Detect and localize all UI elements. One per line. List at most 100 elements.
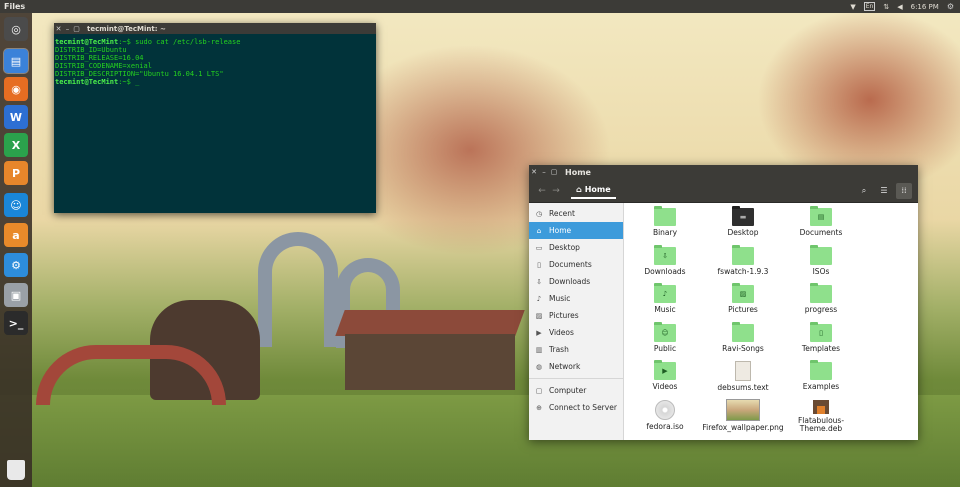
firefox-icon[interactable]: ◉ <box>4 77 28 101</box>
volume-icon[interactable]: ◀ <box>897 3 902 11</box>
sidebar-item-recent[interactable]: ◷ Recent <box>529 205 623 222</box>
sidebar-separator <box>529 378 623 379</box>
file-item[interactable]: Flatabulous-Theme.deb <box>783 396 859 433</box>
terminal-line: DISTRIB_DESCRIPTION="Ubuntu 16.04.1 LTS" <box>55 70 375 78</box>
list-view-icon[interactable]: ☰ <box>876 183 892 199</box>
ubuntu-dash-icon[interactable]: ◎ <box>4 17 28 41</box>
file-item-label: Desktop <box>727 228 759 237</box>
files-toolbar: ← → ⌂ Home ⌕ ☰ ⁞⁞ <box>529 179 918 203</box>
network-icon: ◍ <box>535 362 543 371</box>
sidebar-item-label: Recent <box>549 209 575 218</box>
desktop-icon: ▭ <box>535 243 543 252</box>
gear-icon[interactable]: ⚙ <box>947 2 954 11</box>
files-window[interactable]: ✕ – ▢ Home ← → ⌂ Home ⌕ ☰ ⁞⁞ ◷ Recent ⌂ Hom… <box>529 165 918 440</box>
clock[interactable]: 6:16 PM <box>911 3 939 11</box>
sidebar-item-home[interactable]: ⌂ Home <box>529 222 623 239</box>
file-item-label: Pictures <box>728 305 758 314</box>
file-item[interactable]: ▨ Pictures <box>705 280 781 317</box>
terminal-icon[interactable]: >_ <box>4 311 28 335</box>
back-arrow-icon[interactable]: ← <box>535 186 549 196</box>
sidebar-item-network[interactable]: ◍ Network <box>529 358 623 375</box>
top-panel: Files ▼ En ⇅ ◀ 6:16 PM ⚙ <box>0 0 960 13</box>
sidebar-item-computer[interactable]: ▢ Computer <box>529 382 623 399</box>
search-icon[interactable]: ⌕ <box>856 183 872 199</box>
computer-icon: ▢ <box>535 386 543 395</box>
minimize-icon[interactable]: – <box>63 25 72 33</box>
amazon-icon[interactable]: a <box>4 223 28 247</box>
terminal-output[interactable]: tecmint@TecMint:~$ sudo cat /etc/lsb-rel… <box>54 34 376 213</box>
sidebar-item-trash[interactable]: ▥ Trash <box>529 341 623 358</box>
file-item[interactable]: ▤ Documents <box>783 203 859 240</box>
files-titlebar[interactable]: ✕ – ▢ Home <box>529 165 918 179</box>
file-item-label: Public <box>653 343 677 353</box>
sidebar-item-downloads[interactable]: ⇩ Downloads <box>529 273 623 290</box>
file-item[interactable]: ISOs <box>783 242 859 279</box>
sidebar-item-label: Pictures <box>549 311 579 320</box>
file-item[interactable]: Firefox_wallpaper.png <box>702 396 784 433</box>
file-item-label: fswatch-1.9.3 <box>717 266 769 276</box>
file-item[interactable]: Binary <box>627 203 703 240</box>
file-item-label: Flatabulous-Theme.deb <box>797 415 845 433</box>
screenshot-icon[interactable]: ▣ <box>4 283 28 307</box>
sidebar-item-label: Home <box>549 226 572 235</box>
sidebar-item-pictures[interactable]: ▨ Pictures <box>529 307 623 324</box>
terminal-text: DISTRIB_ID=Ubuntu <box>55 46 127 54</box>
sidebar-item-label: Videos <box>549 328 574 337</box>
terminal-line: DISTRIB_RELEASE=16.04 <box>55 54 375 62</box>
path-label: Home <box>584 185 611 194</box>
impress-icon[interactable]: P <box>4 161 28 185</box>
sidebar-item-desktop[interactable]: ▭ Desktop <box>529 239 623 256</box>
folder-icon <box>732 321 754 342</box>
package-icon <box>813 399 829 414</box>
file-item[interactable]: ☺ Public <box>627 319 703 356</box>
minimize-icon[interactable]: – <box>539 168 549 176</box>
file-item[interactable]: progress <box>783 280 859 317</box>
software-center-icon[interactable]: ☺ <box>4 193 28 217</box>
file-item-label: Firefox_wallpaper.png <box>702 422 784 432</box>
grid-view-icon[interactable]: ⁞⁞ <box>896 182 912 199</box>
sidebar-item-documents[interactable]: ▯ Documents <box>529 256 623 273</box>
download-icon: ⇩ <box>536 277 542 286</box>
wallpaper-hut-roof <box>335 310 525 336</box>
file-item[interactable]: ▬ Desktop <box>705 203 781 240</box>
sidebar-item-label: Desktop <box>549 243 580 252</box>
folder-icon: ☺ <box>654 321 676 342</box>
maximize-icon[interactable]: ▢ <box>72 25 81 33</box>
file-item[interactable]: Ravi-Songs <box>705 319 781 356</box>
folder-icon <box>810 244 832 265</box>
file-item-label: debsums.text <box>717 383 769 392</box>
path-bar-home[interactable]: ⌂ Home <box>571 183 616 199</box>
files-icon[interactable]: ▤ <box>3 48 29 74</box>
keyboard-indicator[interactable]: En <box>863 2 876 11</box>
file-item[interactable]: ⇩ Downloads <box>627 242 703 279</box>
file-item[interactable]: Examples <box>783 357 859 394</box>
folder-icon: ⇩ <box>654 244 676 265</box>
maximize-icon[interactable]: ▢ <box>549 168 559 176</box>
trash-icon[interactable] <box>7 460 25 480</box>
file-item[interactable]: fswatch-1.9.3 <box>705 242 781 279</box>
close-icon[interactable]: ✕ <box>54 25 63 33</box>
calc-icon[interactable]: X <box>4 133 28 157</box>
wifi-icon[interactable]: ▼ <box>850 3 855 11</box>
folder-icon: ▯ <box>810 321 832 342</box>
terminal-titlebar[interactable]: ✕ – ▢ tecmint@TecMint: ~ <box>54 23 376 34</box>
file-item[interactable]: ▯ Templates <box>783 319 859 356</box>
disc-image-icon <box>655 399 675 420</box>
close-icon[interactable]: ✕ <box>529 168 539 176</box>
file-grid: Binary ▬ Desktop ▤ Documents ⇩ Downloads fswatc… <box>624 203 918 440</box>
network-icon[interactable]: ⇅ <box>883 3 889 11</box>
sidebar-item-videos[interactable]: ▶ Videos <box>529 324 623 341</box>
file-item-label: Examples <box>802 382 840 391</box>
sidebar-item-connect-to-server[interactable]: ⊕ Connect to Server <box>529 399 623 416</box>
file-item[interactable]: fedora.iso <box>627 396 703 433</box>
terminal-window[interactable]: ✕ – ▢ tecmint@TecMint: ~ tecmint@TecMint… <box>54 23 376 213</box>
forward-arrow-icon[interactable]: → <box>549 186 563 196</box>
system-settings-icon[interactable]: ⚙ <box>4 253 28 277</box>
file-item-label: Templates <box>801 343 841 353</box>
file-item[interactable]: debsums.text <box>705 357 781 394</box>
file-item[interactable]: ▶ Videos <box>627 357 703 394</box>
writer-icon[interactable]: W <box>4 105 28 129</box>
sidebar-item-label: Downloads <box>549 277 591 286</box>
sidebar-item-music[interactable]: ♪ Music <box>529 290 623 307</box>
file-item[interactable]: ♪ Music <box>627 280 703 317</box>
